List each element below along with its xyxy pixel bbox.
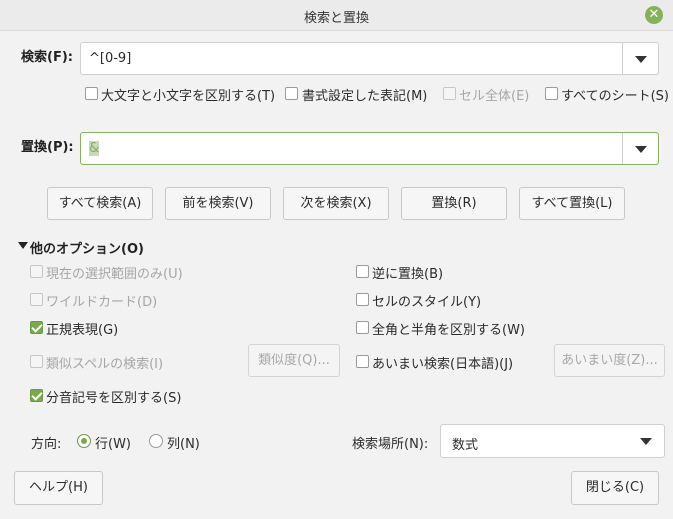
replace-label: 置換(P):	[21, 140, 74, 155]
help-button[interactable]: ヘルプ(H)	[14, 471, 103, 505]
sounds-like-checkbox[interactable]	[356, 355, 369, 368]
current-selection-label: 現在の選択範囲のみ(U)	[46, 267, 183, 282]
diacritics-label: 分音記号を区別する(S)	[46, 391, 182, 406]
entire-cells-checkbox[interactable]	[443, 87, 456, 100]
replace-button[interactable]: 置換(R)	[401, 187, 507, 220]
match-width-checkbox[interactable]	[356, 321, 369, 334]
entire-cells-label: セル全体(E)	[459, 89, 530, 104]
find-all-button[interactable]: すべて検索(A)	[47, 187, 153, 220]
similarity-checkbox[interactable]	[30, 355, 43, 368]
chevron-down-icon	[640, 438, 652, 445]
wildcards-checkbox[interactable]	[30, 293, 43, 306]
close-button[interactable]: 閉じる(C)	[571, 471, 659, 505]
cell-styles-checkbox[interactable]	[356, 293, 369, 306]
search-in-select[interactable]: 数式	[440, 424, 665, 458]
wildcards-label: ワイルドカード(D)	[46, 295, 158, 310]
direction-columns-label: 列(N)	[167, 437, 200, 452]
sounds-like-settings-button[interactable]: あいまい度(Z)...	[554, 344, 665, 377]
chevron-down-icon	[635, 145, 647, 153]
replace-all-button[interactable]: すべて置換(L)	[519, 187, 625, 220]
regex-checkbox[interactable]	[30, 321, 43, 334]
all-sheets-checkbox[interactable]	[545, 87, 558, 100]
search-history-dropdown[interactable]	[622, 43, 658, 74]
similarity-settings-button[interactable]: 類似度(Q)...	[248, 344, 340, 377]
formatted-display-checkbox[interactable]	[285, 87, 298, 100]
all-sheets-label: すべてのシート(S)	[561, 89, 669, 104]
similarity-label: 類似スペルの検索(I)	[46, 357, 164, 372]
direction-rows-radio[interactable]	[77, 434, 91, 448]
direction-rows-label: 行(W)	[95, 437, 131, 452]
other-options-expander[interactable]: 他のオプション(O)	[30, 238, 144, 257]
diacritics-checkbox[interactable]	[30, 389, 43, 402]
cell-styles-label: セルのスタイル(Y)	[372, 295, 482, 310]
replace-history-dropdown[interactable]	[622, 133, 658, 164]
direction-columns-radio[interactable]	[149, 434, 163, 448]
match-case-checkbox[interactable]	[85, 87, 98, 100]
chevron-down-icon	[635, 55, 647, 63]
current-selection-checkbox[interactable]	[30, 265, 43, 278]
search-in-label: 検索場所(N):	[352, 437, 429, 452]
replace-backwards-checkbox[interactable]	[356, 265, 369, 278]
match-width-label: 全角と半角を区別する(W)	[372, 323, 525, 338]
close-icon: ✕	[648, 7, 660, 22]
replace-backwards-label: 逆に置換(B)	[372, 267, 444, 282]
replace-input[interactable]: &	[89, 141, 100, 156]
replace-combobox[interactable]: &	[80, 132, 659, 165]
match-case-label: 大文字と小文字を区別する(T)	[101, 89, 276, 104]
close-window-button[interactable]: ✕	[645, 6, 663, 24]
formatted-display-label: 書式設定した表記(M)	[302, 89, 428, 104]
find-previous-button[interactable]: 前を検索(V)	[165, 187, 271, 220]
regex-label: 正規表現(G)	[46, 323, 119, 338]
search-in-value: 数式	[452, 438, 479, 453]
search-label: 検索(F):	[21, 50, 73, 65]
direction-label: 方向:	[31, 437, 62, 452]
window-title: 検索と置換	[303, 11, 369, 26]
search-combobox[interactable]: ^[0-9]	[80, 42, 659, 75]
sounds-like-label: あいまい検索(日本語)(J)	[372, 357, 514, 372]
search-input[interactable]: ^[0-9]	[89, 51, 131, 66]
expander-down-icon[interactable]	[18, 242, 28, 249]
find-next-button[interactable]: 次を検索(X)	[283, 187, 389, 220]
